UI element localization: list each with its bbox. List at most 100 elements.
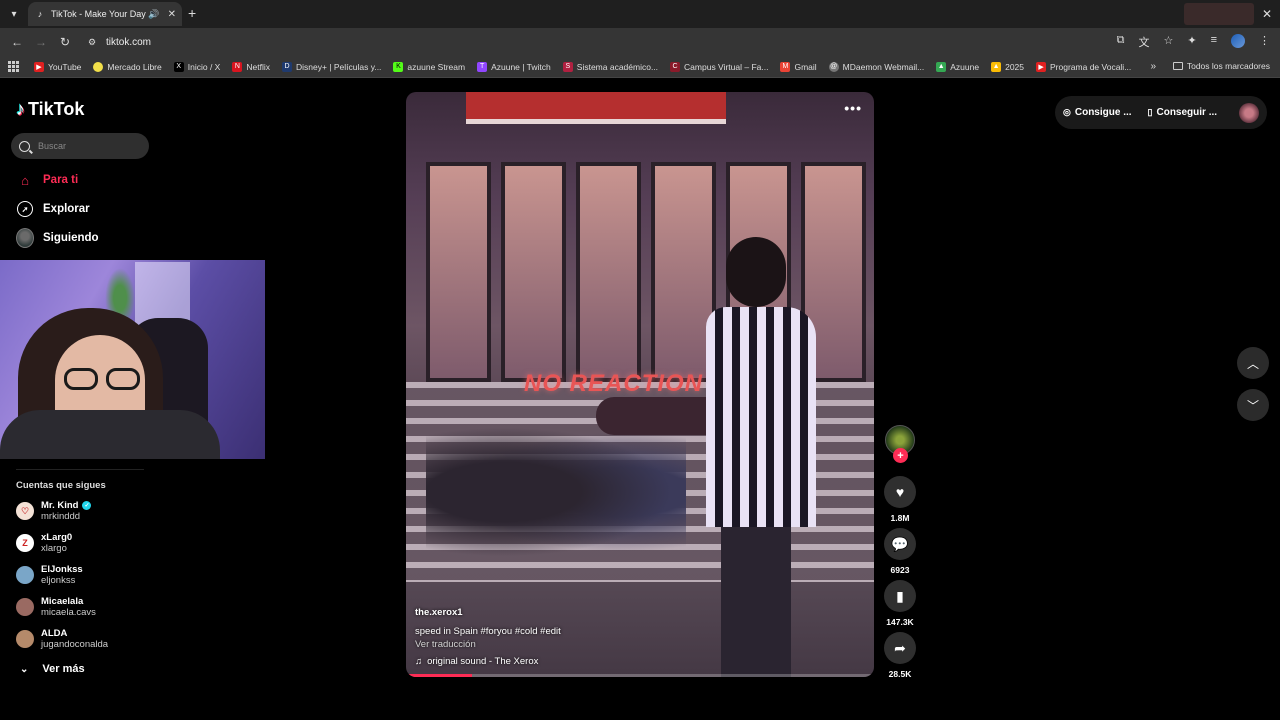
video-caption-overlay: NO REACTION — [524, 370, 703, 397]
window-controls: ✕ — [1184, 2, 1272, 26]
bookmark-kick[interactable]: Kazuune Stream — [393, 61, 465, 72]
user-avatar[interactable] — [1239, 102, 1259, 123]
next-video-button[interactable]: ﹀ — [1237, 389, 1269, 421]
verified-icon: ✓ — [82, 501, 92, 510]
tiktok-logo[interactable]: ♪ TikTok — [16, 99, 84, 120]
following-title: Cuentas que sigues — [16, 480, 106, 491]
forward-icon[interactable]: → — [32, 35, 50, 49]
search-placeholder: Buscar — [38, 141, 67, 151]
folder-icon — [1172, 62, 1183, 70]
save-count: 147.3K — [886, 617, 914, 627]
sound-link[interactable]: ♫ original sound - The Xerox — [415, 656, 561, 667]
bookmark-youtube[interactable]: ▶ YouTube — [34, 61, 81, 72]
bookmark-mdaemon[interactable]: @ MDaemon Webmail... — [828, 61, 924, 72]
reload-icon[interactable]: ↻ — [56, 35, 74, 49]
account-handle: eljonkss — [41, 575, 76, 586]
account-name: ALDA — [41, 628, 68, 639]
bookmark-campus[interactable]: C Campus Virtual – Fa... — [670, 61, 768, 72]
install-app-icon[interactable]: ⧉ — [1117, 34, 1125, 50]
back-icon[interactable]: ← — [8, 35, 26, 49]
bookmark-azuune-drive[interactable]: ▲ Azuune — [936, 61, 979, 72]
webcam-body — [0, 410, 220, 459]
twitch-icon: T — [477, 61, 488, 72]
comment-action[interactable]: 💬 6923 — [884, 528, 916, 575]
account-item[interactable]: Z xLarg0 xlargo — [16, 532, 72, 554]
see-more-button[interactable]: ⌄ Ver más — [20, 663, 85, 675]
account-text: ElJonkss eljonkss — [41, 564, 83, 586]
nav-item-explorar[interactable]: ➚ Explorar — [16, 200, 90, 218]
video-progress-bar[interactable] — [406, 674, 874, 677]
like-action[interactable]: ♥ 1.8M — [884, 476, 916, 523]
speaker-icon[interactable]: 🔊 — [148, 9, 159, 20]
follow-plus-icon[interactable]: + — [893, 448, 908, 463]
video-bg-crowd — [426, 422, 686, 562]
translate-link[interactable]: Ver traducción — [415, 639, 561, 650]
avatar — [16, 630, 34, 648]
apps-icon[interactable] — [8, 60, 20, 73]
close-tab-icon[interactable]: ✕ — [168, 9, 176, 20]
tab-search-button[interactable]: ▾ — [4, 4, 24, 24]
more-options-icon[interactable]: ••• — [844, 100, 862, 116]
bookmark-sistema[interactable]: S Sistema académico... — [562, 61, 658, 72]
bookmark-2025[interactable]: ▲ 2025 — [991, 61, 1024, 72]
close-window-icon[interactable]: ✕ — [1262, 7, 1272, 21]
browser-tab-bar: ▾ ♪ TikTok - Make Your Day 🔊 ✕ + ✕ — [0, 0, 1280, 28]
bookmark-star-icon[interactable]: ☆ — [1163, 34, 1173, 50]
site-info-icon[interactable]: ⚙ — [84, 34, 100, 50]
browser-tab[interactable]: ♪ TikTok - Make Your Day 🔊 ✕ — [28, 2, 182, 26]
share-icon[interactable]: ➦ — [884, 632, 916, 664]
toolbar-actions: ⧉ 文 ☆ ✦ ≡ ⋮ — [1117, 34, 1270, 50]
bookmark-disney[interactable]: D Disney+ | Películas y... — [281, 61, 381, 72]
more-bookmarks-icon[interactable]: » — [1150, 61, 1156, 72]
nav-item-para-ti[interactable]: ⌂ Para ti — [16, 171, 78, 189]
person-head — [726, 237, 786, 307]
account-name-row: Mr. Kind ✓ — [41, 500, 92, 511]
new-tab-button[interactable]: + — [188, 5, 196, 21]
media-icon[interactable]: ≡ — [1211, 34, 1217, 50]
get-app-button[interactable]: ▯ Conseguir ... — [1148, 107, 1218, 118]
all-bookmarks[interactable]: Todos los marcadores — [1172, 61, 1270, 71]
account-text: xLarg0 xlargo — [41, 532, 72, 554]
account-text: Mr. Kind ✓ mrkinddd — [41, 500, 92, 522]
comment-icon[interactable]: 💬 — [884, 528, 916, 560]
bookmark-x[interactable]: X Inicio / X — [173, 61, 220, 72]
profile-icon[interactable] — [1231, 34, 1245, 48]
video-username[interactable]: the.xerox1 — [415, 607, 561, 618]
gmail-icon: M — [780, 61, 791, 72]
account-text: ALDA jugandoconalda — [41, 628, 108, 650]
video-progress-fill — [406, 674, 472, 677]
netflix-icon: N — [232, 61, 243, 72]
divider — [16, 469, 144, 470]
account-item[interactable]: ElJonkss eljonkss — [16, 564, 83, 586]
tiktok-page: ♪ TikTok Buscar ⌂ Para ti ➚ Explorar Sig… — [0, 79, 1280, 720]
bookmark-gmail[interactable]: M Gmail — [780, 61, 817, 72]
menu-icon[interactable]: ⋮ — [1259, 34, 1270, 50]
bookmark-mercadolibre[interactable]: Mercado Libre — [93, 61, 162, 72]
campus-icon: C — [670, 61, 681, 72]
bookmark-twitch[interactable]: T Azuune | Twitch — [477, 61, 551, 72]
get-coins-button[interactable]: ◎ Consigue ... — [1063, 107, 1132, 118]
heart-icon[interactable]: ♥ — [884, 476, 916, 508]
previous-video-button[interactable]: ︿ — [1237, 347, 1269, 379]
share-count: 28.5K — [888, 669, 912, 679]
nav-item-siguiendo[interactable]: Siguiendo — [16, 228, 99, 248]
account-item[interactable]: ♡ Mr. Kind ✓ mrkinddd — [16, 500, 92, 522]
extensions-icon[interactable]: ✦ — [1187, 34, 1196, 50]
share-action[interactable]: ➦ 28.5K — [884, 632, 916, 679]
search-icon — [19, 140, 30, 152]
search-input[interactable]: Buscar — [11, 133, 149, 159]
video-description[interactable]: speed in Spain #foryou #cold #edit — [415, 626, 561, 637]
compass-wrap: ➚ — [16, 200, 34, 218]
header-actions: ◎ Consigue ... ▯ Conseguir ... — [1055, 96, 1267, 129]
bookmark-icon[interactable]: ▮ — [884, 580, 916, 612]
account-item[interactable]: Micaelala micaela.cavs — [16, 596, 96, 618]
bookmark-vocali[interactable]: ▶ Programa de Vocali... — [1036, 61, 1131, 72]
music-note-icon: ♫ — [415, 656, 423, 667]
url-field[interactable]: tiktok.com — [106, 37, 151, 48]
account-item[interactable]: ALDA jugandoconalda — [16, 628, 108, 650]
window-thumbnail[interactable] — [1184, 3, 1254, 25]
bookmark-netflix[interactable]: N Netflix — [232, 61, 270, 72]
video-player[interactable]: NO REACTION ••• the.xerox1 speed in Spai… — [406, 92, 874, 677]
save-action[interactable]: ▮ 147.3K — [884, 580, 916, 627]
translate-icon[interactable]: 文 — [1138, 34, 1149, 50]
